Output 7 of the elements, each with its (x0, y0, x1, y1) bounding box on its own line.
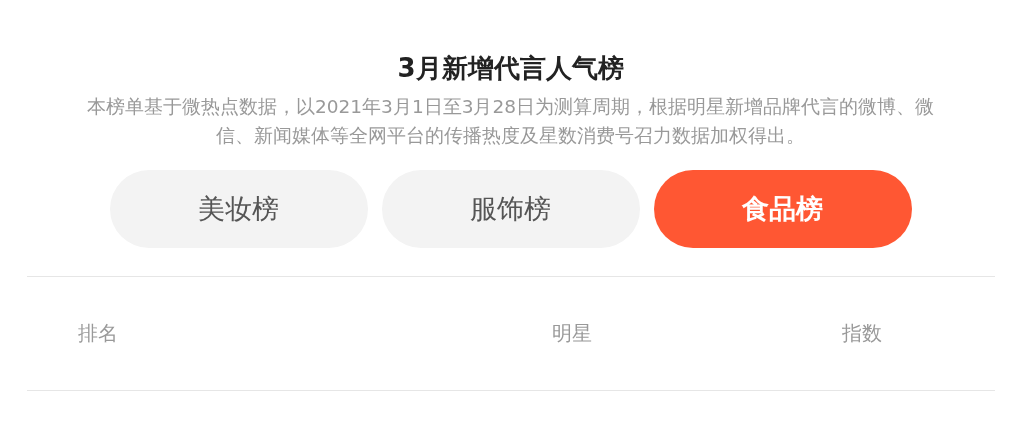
column-header: 排名 (77, 320, 119, 347)
category-tab[interactable]: 服饰榜 (381, 170, 640, 248)
column-header: 指数 (841, 320, 883, 347)
column-header: 明星 (551, 320, 593, 347)
chart-title: 3月新增代言人气榜 (397, 52, 624, 85)
category-tab[interactable]: 美妆榜 (109, 170, 368, 248)
description-text: 本榜单基于微热点数据，以2021年3月1日至3月28日为测算周期，根据明星新增品牌代言的微博、微信、新闻媒体等全网平台的传播热度及星数消费号召力数据加权得出。 (86, 95, 935, 148)
